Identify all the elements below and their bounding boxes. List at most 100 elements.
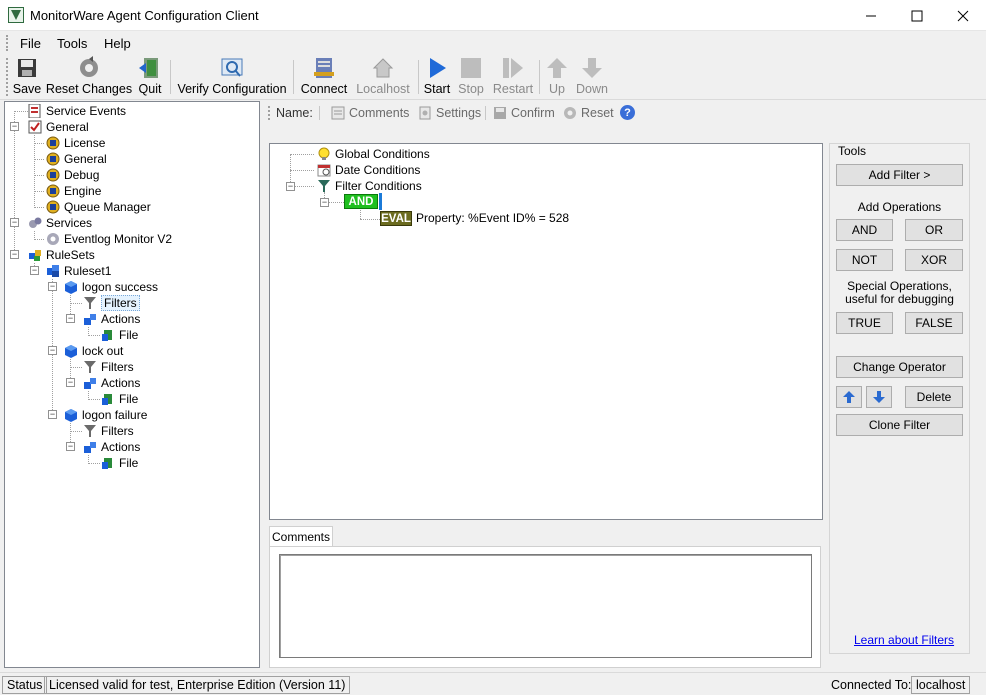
true-button[interactable]: TRUE <box>836 312 893 334</box>
tree-item-services[interactable]: Services <box>27 215 92 231</box>
down-button[interactable]: Down <box>575 56 609 98</box>
up-button[interactable]: Up <box>543 56 571 98</box>
collapse-general-toggle[interactable]: − <box>10 122 19 131</box>
comments-icon <box>331 106 345 120</box>
comments-button[interactable]: Comments <box>331 106 409 120</box>
special-operations-label: Special Operations, <box>847 279 952 293</box>
tree-item-general[interactable]: General <box>27 119 89 135</box>
and-operator-badge[interactable]: AND <box>344 194 378 209</box>
close-button[interactable] <box>940 0 986 31</box>
tree-item-rule3-file[interactable]: File <box>100 455 138 471</box>
and-button[interactable]: AND <box>836 219 893 241</box>
tree-item-ruleset1[interactable]: Ruleset1 <box>45 263 111 279</box>
or-button[interactable]: OR <box>905 219 963 241</box>
menu-help[interactable]: Help <box>104 36 131 51</box>
file-action-icon <box>100 327 116 343</box>
tree-item-license[interactable]: License <box>45 135 105 151</box>
tree-item-general-settings[interactable]: General <box>45 151 107 167</box>
tree-item-rule2-file[interactable]: File <box>100 391 138 407</box>
delete-button[interactable]: Delete <box>905 386 963 408</box>
collapse-rule1-actions-toggle[interactable]: − <box>66 314 75 323</box>
quit-button[interactable]: Quit <box>136 56 164 98</box>
localhost-button[interactable]: Localhost <box>354 56 412 98</box>
cube-icon <box>63 279 79 295</box>
tree-item-rule1-actions[interactable]: Actions <box>82 311 140 327</box>
collapse-rule2-actions-toggle[interactable]: − <box>66 378 75 387</box>
collapse-rule1-toggle[interactable]: − <box>48 282 57 291</box>
tree-item-engine[interactable]: Engine <box>45 183 101 199</box>
eval-condition-text[interactable]: Property: %Event ID% = 528 <box>416 210 569 226</box>
date-conditions-node[interactable]: Date Conditions <box>316 162 420 178</box>
house-icon <box>370 56 396 80</box>
maximize-icon <box>911 10 923 21</box>
false-button[interactable]: FALSE <box>905 312 963 334</box>
tree-item-eventlog-monitor[interactable]: Eventlog Monitor V2 <box>45 231 172 247</box>
add-filter-button[interactable]: Add Filter > <box>836 164 963 186</box>
collapse-rule2-toggle[interactable]: − <box>48 346 57 355</box>
filter-conditions-node[interactable]: Filter Conditions <box>316 178 422 194</box>
clone-filter-button[interactable]: Clone Filter <box>836 414 963 436</box>
minimize-button[interactable] <box>848 0 894 31</box>
tree-item-rule-logon-success[interactable]: logon success <box>63 279 158 295</box>
app-icon <box>8 7 24 23</box>
collapse-rule3-toggle[interactable]: − <box>48 410 57 419</box>
arrow-up-icon <box>544 56 570 80</box>
verify-icon <box>219 56 245 80</box>
filter-conditions-panel[interactable]: − − Global Conditions Date Conditions Fi… <box>269 143 823 520</box>
tools-title: Tools <box>838 144 867 158</box>
tree-item-rule-lock-out[interactable]: lock out <box>63 343 123 359</box>
tree-item-rule-logon-failure[interactable]: logon failure <box>63 407 147 423</box>
collapse-ruleset1-toggle[interactable]: − <box>30 266 39 275</box>
move-down-button[interactable] <box>866 386 892 408</box>
stop-button[interactable]: Stop <box>457 56 485 98</box>
menu-file[interactable]: File <box>20 36 41 51</box>
tree-item-rule3-filters[interactable]: Filters <box>82 423 134 439</box>
move-up-button[interactable] <box>836 386 862 408</box>
collapse-services-toggle[interactable]: − <box>10 218 19 227</box>
verify-configuration-button[interactable]: Verify Configuration <box>176 56 288 98</box>
special-operations-subtitle: useful for debugging <box>845 292 954 306</box>
tree-item-rulesets[interactable]: RuleSets <box>27 247 95 263</box>
save-button[interactable]: Save <box>13 56 41 98</box>
restart-button[interactable]: Restart <box>493 56 533 98</box>
document-icon <box>27 103 43 119</box>
xor-button[interactable]: XOR <box>905 249 963 271</box>
license-status: Licensed valid for test, Enterprise Edit… <box>44 676 351 694</box>
tree-item-rule3-actions[interactable]: Actions <box>82 439 140 455</box>
menu-tools[interactable]: Tools <box>57 36 87 51</box>
filter-icon <box>82 359 98 375</box>
navigation-tree[interactable]: − − − − − − − − − − Service Events Gener… <box>4 101 260 668</box>
status-bar: Status Licensed valid for test, Enterpri… <box>0 672 986 695</box>
actions-icon <box>82 311 98 327</box>
tree-item-rule2-filters[interactable]: Filters <box>82 359 134 375</box>
help-icon[interactable]: ? <box>620 105 635 120</box>
not-button[interactable]: NOT <box>836 249 893 271</box>
change-operator-button[interactable]: Change Operator <box>836 356 963 378</box>
collapse-rule3-actions-toggle[interactable]: − <box>66 442 75 451</box>
comments-tab[interactable]: Comments <box>269 526 333 547</box>
collapse-and-toggle[interactable]: − <box>320 198 329 207</box>
learn-about-filters-link[interactable]: Learn about Filters <box>854 633 954 647</box>
confirm-button[interactable]: Confirm <box>493 106 555 120</box>
global-conditions-node[interactable]: Global Conditions <box>316 146 430 162</box>
collapse-rulesets-toggle[interactable]: − <box>10 250 19 259</box>
connect-button[interactable]: Connect <box>300 56 348 98</box>
window-title: MonitorWare Agent Configuration Client <box>30 8 259 23</box>
actions-icon <box>82 439 98 455</box>
tree-item-rule2-actions[interactable]: Actions <box>82 375 140 391</box>
start-button[interactable]: Start <box>423 56 451 98</box>
eval-badge[interactable]: EVAL <box>380 211 412 226</box>
reset-button[interactable]: Reset <box>563 106 614 120</box>
tree-item-debug[interactable]: Debug <box>45 167 99 183</box>
tree-item-rule1-filters[interactable]: Filters <box>82 295 140 311</box>
play-icon <box>424 56 450 80</box>
tree-item-service-events[interactable]: Service Events <box>27 103 126 119</box>
stop-icon <box>458 56 484 80</box>
collapse-filter-conditions-toggle[interactable]: − <box>286 182 295 191</box>
tree-item-rule1-file[interactable]: File <box>100 327 138 343</box>
tree-item-queue-manager[interactable]: Queue Manager <box>45 199 151 215</box>
maximize-button[interactable] <box>894 0 940 31</box>
reset-changes-button[interactable]: Reset Changes <box>46 56 132 98</box>
comments-textarea[interactable] <box>279 554 812 658</box>
settings-button[interactable]: Settings <box>418 106 481 120</box>
